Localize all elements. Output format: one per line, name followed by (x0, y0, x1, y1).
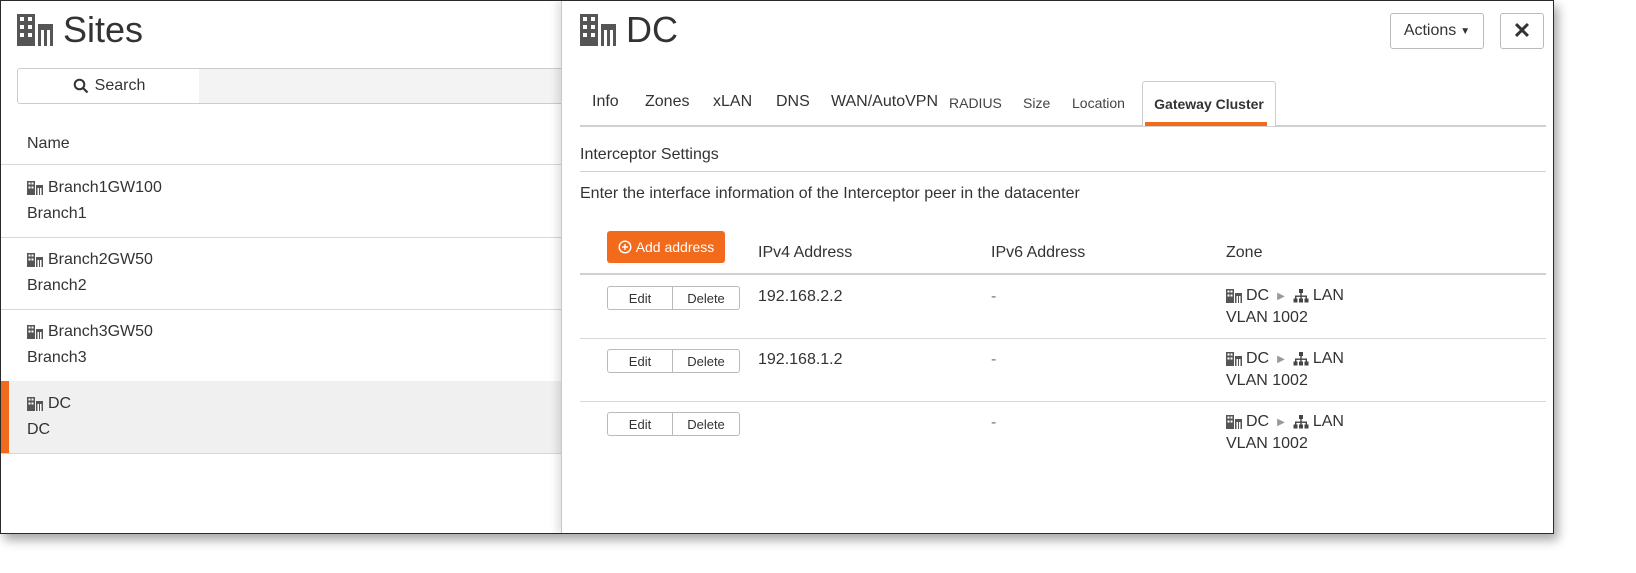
site-subtitle: DC (27, 421, 51, 438)
add-address-label: Add address (635, 239, 715, 255)
ipv4-cell: 192.168.1.2 (758, 351, 843, 368)
search-icon (73, 78, 88, 94)
delete-button[interactable]: Delete (673, 349, 740, 373)
delete-button[interactable]: Delete (673, 286, 740, 310)
zone-lan: LAN (1312, 413, 1344, 430)
actions-label: Actions (1403, 22, 1457, 39)
zone-cell: DC ▶ LAN VLAN 1002 (1226, 350, 1344, 390)
building-icon (27, 325, 43, 339)
site-row[interactable]: Branch3GW50 Branch3 (1, 309, 561, 382)
table-row: Edit Delete 192.168.2.2 - DC ▶ LAN VLAN … (580, 275, 1546, 339)
building-icon (1226, 415, 1242, 429)
building-icon (17, 14, 53, 46)
zone-site: DC (1246, 287, 1270, 304)
detail-title: DC (626, 9, 678, 50)
row-actions: Edit Delete (607, 349, 740, 373)
sites-panel: Sites Search Name Branch1GW100 Branch1 B… (1, 1, 580, 533)
detail-header: DC (580, 9, 678, 51)
zone-lan: LAN (1312, 350, 1344, 367)
site-subtitle: Branch3 (27, 349, 87, 366)
column-header-ipv4: IPv4 Address (758, 244, 853, 261)
row-actions: Edit Delete (607, 412, 740, 436)
ipv4-cell: 192.168.2.2 (758, 288, 843, 305)
zone-cell: DC ▶ LAN VLAN 1002 (1226, 413, 1344, 453)
zone-site: DC (1246, 350, 1270, 367)
network-icon (1293, 352, 1309, 366)
site-detail-panel: DC Actions ▼ ✕ Info Zones xLAN DNS WAN/A… (561, 1, 1553, 533)
zone-cell: DC ▶ LAN VLAN 1002 (1226, 287, 1344, 327)
tab-zones[interactable]: Zones (645, 93, 689, 111)
edit-button[interactable]: Edit (607, 349, 673, 373)
tab-radius[interactable]: RADIUS (949, 95, 1002, 111)
zone-vlan: VLAN 1002 (1226, 435, 1308, 452)
sites-header: Sites (17, 9, 143, 51)
close-icon: ✕ (1512, 18, 1532, 43)
network-icon (1293, 289, 1309, 303)
building-icon (27, 397, 43, 411)
edit-button[interactable]: Edit (607, 412, 673, 436)
column-header-ipv6: IPv6 Address (991, 244, 1086, 261)
site-subtitle: Branch2 (27, 277, 87, 294)
zone-site: DC (1246, 413, 1270, 430)
section-description: Enter the interface information of the I… (580, 185, 1080, 202)
site-name: Branch2GW50 (48, 251, 153, 268)
building-icon (27, 253, 43, 267)
site-subtitle: Branch1 (27, 205, 87, 222)
chevron-right-icon: ▶ (1277, 290, 1285, 302)
table-row: Edit Delete - DC ▶ LAN VLAN 1002 (580, 401, 1546, 464)
caret-down-icon: ▼ (1460, 25, 1471, 37)
tab-dns[interactable]: DNS (776, 93, 810, 111)
tab-bar: Info Zones xLAN DNS WAN/AutoVPN RADIUS S… (580, 81, 1546, 127)
divider (580, 171, 1546, 172)
edit-button[interactable]: Edit (607, 286, 673, 310)
page-title: Sites (63, 9, 144, 50)
section-title: Interceptor Settings (580, 146, 719, 163)
window-frame: Sites Search Name Branch1GW100 Branch1 B… (0, 0, 1554, 534)
tab-wan-autovpn[interactable]: WAN/AutoVPN (831, 93, 938, 111)
network-icon (1293, 415, 1309, 429)
building-icon (27, 181, 43, 195)
search-bar: Search (17, 68, 580, 104)
tab-gateway-cluster[interactable]: Gateway Cluster (1142, 81, 1276, 126)
tab-size[interactable]: Size (1023, 95, 1050, 111)
plus-circle-icon (618, 240, 632, 254)
building-icon (580, 14, 616, 46)
zone-lan: LAN (1312, 287, 1344, 304)
ipv6-cell: - (991, 288, 997, 305)
site-name: DC (48, 395, 72, 412)
tab-location[interactable]: Location (1072, 95, 1125, 111)
table-row: Edit Delete 192.168.1.2 - DC ▶ LAN VLAN … (580, 338, 1546, 402)
row-actions: Edit Delete (607, 286, 740, 310)
site-name: Branch3GW50 (48, 323, 153, 340)
close-button[interactable]: ✕ (1500, 13, 1544, 49)
add-address-button[interactable]: Add address (607, 231, 725, 263)
building-icon (1226, 289, 1242, 303)
ipv6-cell: - (991, 414, 997, 431)
search-input[interactable] (199, 68, 580, 104)
ipv6-cell: - (991, 351, 997, 368)
site-row[interactable]: Branch2GW50 Branch2 (1, 237, 561, 310)
tab-info[interactable]: Info (592, 93, 619, 111)
zone-vlan: VLAN 1002 (1226, 309, 1308, 326)
zone-vlan: VLAN 1002 (1226, 372, 1308, 389)
actions-dropdown-button[interactable]: Actions ▼ (1390, 13, 1484, 49)
site-row-selected[interactable]: DC DC (1, 381, 561, 454)
search-label: Search (94, 77, 146, 94)
column-header-name: Name (27, 135, 70, 152)
building-icon (1226, 352, 1242, 366)
chevron-right-icon: ▶ (1277, 416, 1285, 428)
chevron-right-icon: ▶ (1277, 353, 1285, 365)
delete-button[interactable]: Delete (673, 412, 740, 436)
site-row[interactable]: Branch1GW100 Branch1 (1, 165, 561, 238)
column-header-zone: Zone (1226, 244, 1263, 261)
site-name: Branch1GW100 (48, 179, 162, 196)
search-button[interactable]: Search (17, 68, 201, 104)
tab-xlan[interactable]: xLAN (713, 93, 752, 111)
